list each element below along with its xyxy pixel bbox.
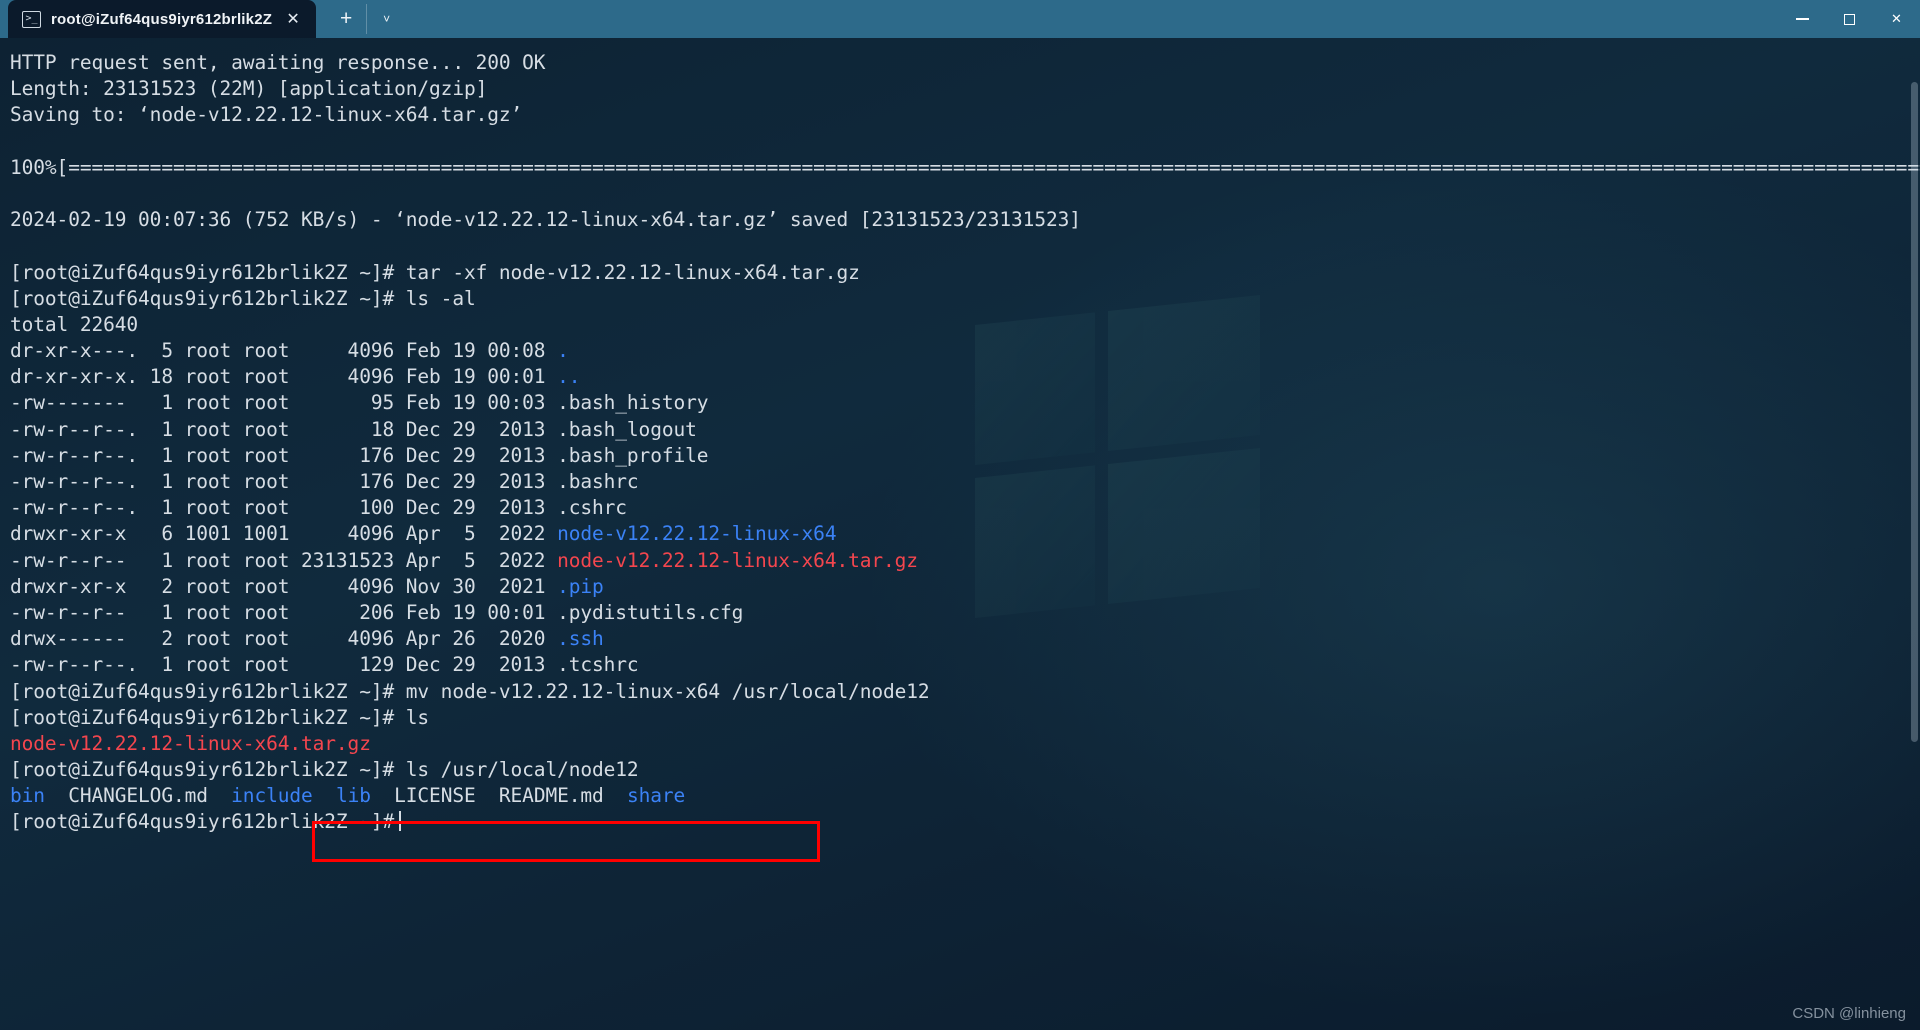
terminal-line-text: [root@iZuf64qus9iyr612brlik2Z ~]# ls /us… [10, 758, 639, 782]
terminal-line: node-v12.22.12-linux-x64.tar.gz [10, 731, 1920, 757]
new-tab-group: + ˅ [326, 4, 406, 34]
terminal-line: total 22640 [10, 312, 1920, 338]
terminal-line-text: dr-xr-x---. 5 root root 4096 Feb 19 00:0… [10, 339, 558, 363]
terminal-output: HTTP request sent, awaiting response... … [10, 50, 1920, 836]
terminal-filename: .. [557, 365, 581, 389]
ls-gap [604, 784, 627, 807]
chevron-down-icon[interactable]: ˅ [366, 4, 406, 34]
terminal-line: -rw-r--r-- 1 root root 206 Feb 19 00:01 … [10, 600, 1920, 626]
ls-gap [476, 784, 499, 807]
terminal-scrollbar[interactable] [1911, 82, 1918, 742]
terminal-line: -rw-r--r--. 1 root root 176 Dec 29 2013 … [10, 443, 1920, 469]
ls-entry: README.md [498, 784, 604, 808]
terminal-line: drwxr-xr-x 6 1001 1001 4096 Apr 5 2022 n… [10, 521, 1920, 547]
terminal-line-text: Length: 23131523 (22M) [application/gzip… [10, 77, 488, 101]
title-bar: >_ root@iZuf64qus9iyr612brlik2Z ✕ + ˅ ✕ [0, 0, 1920, 38]
terminal-line-text: -rw-r--r--. 1 root root 129 Dec 29 2013 … [10, 653, 639, 677]
ls-gap [45, 784, 68, 807]
terminal-line: Saving to: ‘node-v12.22.12-linux-x64.tar… [10, 102, 1920, 128]
ls-entry: LICENSE [394, 784, 476, 808]
terminal-prompt-line: [root@iZuf64qus9iyr612brlik2Z ~]# [10, 809, 1920, 835]
maximize-icon [1844, 13, 1855, 25]
terminal-line: [root@iZuf64qus9iyr612brlik2Z ~]# mv nod… [10, 679, 1920, 705]
terminal-line: -rw-r--r--. 1 root root 176 Dec 29 2013 … [10, 469, 1920, 495]
terminal-line: [root@iZuf64qus9iyr612brlik2Z ~]# ls -al [10, 286, 1920, 312]
terminal-line: dr-xr-x---. 5 root root 4096 Feb 19 00:0… [10, 338, 1920, 364]
terminal-line: drwxr-xr-x 2 root root 4096 Nov 30 2021 … [10, 574, 1920, 600]
shell-prompt: [root@iZuf64qus9iyr612brlik2Z ~]# [10, 810, 395, 834]
ls-gap [208, 784, 231, 807]
terminal-line-text: [root@iZuf64qus9iyr612brlik2Z ~]# ls [10, 705, 430, 729]
terminal-line-text: [root@iZuf64qus9iyr612brlik2Z ~]# mv nod… [10, 679, 930, 703]
maximize-button[interactable] [1826, 0, 1873, 38]
terminal-line-text: total 22640 [10, 312, 139, 336]
ls-entry: lib [335, 784, 371, 808]
terminal-line-text: -rw-r--r--. 1 root root 18 Dec 29 2013 .… [10, 417, 697, 441]
terminal-line-text: dr-xr-xr-x. 18 root root 4096 Feb 19 00:… [10, 365, 558, 389]
terminal-line: drwx------ 2 root root 4096 Apr 26 2020 … [10, 626, 1920, 652]
terminal-line: -rw-r--r--. 1 root root 100 Dec 29 2013 … [10, 495, 1920, 521]
terminal-line: 2024-02-19 00:07:36 (752 KB/s) - ‘node-v… [10, 207, 1920, 233]
terminal-filename: node-v12.22.12-linux-x64.tar.gz [557, 548, 918, 572]
terminal-line-text: -rw------- 1 root root 95 Feb 19 00:03 .… [10, 391, 709, 415]
ls-gap [685, 784, 708, 807]
ls-entry: CHANGELOG.md [68, 784, 208, 808]
terminal-line: 100%[===================================… [10, 155, 1920, 181]
terminal-line: HTTP request sent, awaiting response... … [10, 50, 1920, 76]
terminal-filename: .pip [557, 574, 604, 598]
ls-gap [313, 784, 336, 807]
terminal-line-text: -rw-r--r--. 1 root root 176 Dec 29 2013 … [10, 470, 639, 493]
terminal-line-text: Saving to: ‘node-v12.22.12-linux-x64.tar… [10, 103, 523, 127]
terminal-filename: node-v12.22.12-linux-x64.tar.gz [10, 731, 371, 755]
terminal-line: -rw-r--r-- 1 root root 23131523 Apr 5 20… [10, 548, 1920, 574]
terminal-line-text: drwxr-xr-x 2 root root 4096 Nov 30 2021 [10, 574, 558, 598]
ls-entry: share [626, 784, 686, 808]
terminal-filename: . [557, 339, 569, 363]
ls-output-row: bin CHANGELOG.md include lib LICENSE REA… [10, 783, 1920, 809]
window-controls: ✕ [1779, 0, 1920, 38]
terminal-line-text: HTTP request sent, awaiting response... … [10, 51, 546, 74]
terminal-icon: >_ [22, 10, 41, 28]
terminal-tab[interactable]: >_ root@iZuf64qus9iyr612brlik2Z ✕ [8, 0, 317, 38]
minimize-button[interactable] [1779, 0, 1826, 38]
ls-gap [371, 784, 394, 807]
terminal-line: [root@iZuf64qus9iyr612brlik2Z ~]# tar -x… [10, 260, 1920, 286]
tab-title: root@iZuf64qus9iyr612brlik2Z [51, 10, 273, 28]
terminal-line-text: [root@iZuf64qus9iyr612brlik2Z ~]# tar -x… [10, 260, 860, 284]
terminal-line: [root@iZuf64qus9iyr612brlik2Z ~]# ls [10, 705, 1920, 731]
ls-entry: include [231, 784, 313, 808]
terminal-line-text: -rw-r--r-- 1 root root 23131523 Apr 5 20… [10, 548, 558, 572]
watermark-label: CSDN @linhieng [1792, 1005, 1906, 1022]
text-cursor [399, 811, 402, 832]
terminal-line-text: drwxr-xr-x 6 1001 1001 4096 Apr 5 2022 [10, 522, 558, 546]
terminal-body[interactable]: HTTP request sent, awaiting response... … [0, 38, 1920, 1030]
terminal-line: [root@iZuf64qus9iyr612brlik2Z ~]# ls /us… [10, 757, 1920, 783]
new-tab-button[interactable]: + [326, 4, 366, 34]
tab-strip: >_ root@iZuf64qus9iyr612brlik2Z ✕ + ˅ [0, 0, 406, 38]
terminal-filename: .ssh [557, 627, 604, 651]
minimize-icon [1796, 18, 1809, 20]
terminal-filename: node-v12.22.12-linux-x64 [557, 522, 837, 546]
terminal-line: dr-xr-xr-x. 18 root root 4096 Feb 19 00:… [10, 364, 1920, 390]
close-window-button[interactable]: ✕ [1873, 0, 1920, 38]
terminal-line-text: drwx------ 2 root root 4096 Apr 26 2020 [10, 627, 558, 651]
terminal-line: -rw------- 1 root root 95 Feb 19 00:03 .… [10, 390, 1920, 416]
terminal-line-text: -rw-r--r-- 1 root root 206 Feb 19 00:01 … [10, 600, 744, 624]
terminal-line-text: 2024-02-19 00:07:36 (752 KB/s) - ‘node-v… [10, 208, 1081, 232]
close-tab-icon[interactable]: ✕ [282, 8, 304, 30]
terminal-line-text: 100%[===================================… [10, 155, 1920, 179]
ls-entry: bin [10, 784, 45, 808]
terminal-line: -rw-r--r--. 1 root root 129 Dec 29 2013 … [10, 652, 1920, 678]
terminal-line-text: [root@iZuf64qus9iyr612brlik2Z ~]# ls -al [10, 286, 476, 310]
terminal-line-text: -rw-r--r--. 1 root root 176 Dec 29 2013 … [10, 443, 709, 467]
terminal-line: Length: 23131523 (22M) [application/gzip… [10, 76, 1920, 102]
terminal-line: -rw-r--r--. 1 root root 18 Dec 29 2013 .… [10, 417, 1920, 443]
terminal-line-text: -rw-r--r--. 1 root root 100 Dec 29 2013 … [10, 496, 627, 520]
